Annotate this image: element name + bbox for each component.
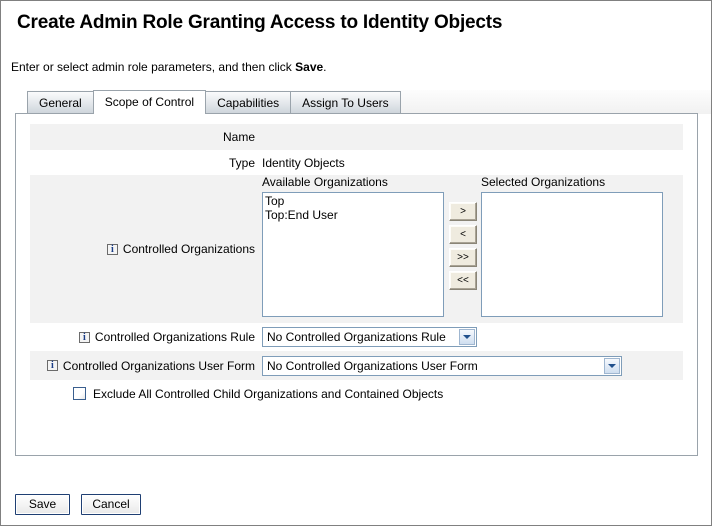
form-rows: Name Type Identity Objects i Controlled O… xyxy=(30,124,683,407)
chevron-down-icon[interactable] xyxy=(459,329,475,345)
instruction-suffix: . xyxy=(323,60,327,74)
chevron-down-icon[interactable] xyxy=(604,357,620,374)
row-controlled-organizations-rule: i Controlled Organizations Rule No Contro… xyxy=(30,323,683,351)
tab-scope-of-control-label: Scope of Control xyxy=(104,95,195,109)
tab-list: General Scope of Control Capabilities As… xyxy=(27,90,401,114)
type-value: Identity Objects xyxy=(262,155,345,170)
tab-scope-of-control[interactable]: Scope of Control xyxy=(92,90,207,114)
available-organizations-column: Available Organizations Top Top:End User xyxy=(262,175,444,317)
page-title: Create Admin Role Granting Access to Ide… xyxy=(17,12,503,33)
info-icon[interactable]: i xyxy=(78,331,90,343)
tab-capabilities-label: Capabilities xyxy=(217,96,280,110)
available-organizations-caption: Available Organizations xyxy=(262,175,388,189)
move-left-button[interactable]: < xyxy=(449,225,477,244)
list-item[interactable]: Top:End User xyxy=(265,208,441,222)
save-button[interactable]: Save xyxy=(15,494,70,515)
info-icon[interactable]: i xyxy=(106,243,118,255)
page-root: Create Admin Role Granting Access to Ide… xyxy=(0,0,712,526)
row-exclude-child-organizations: Exclude All Controlled Child Organizatio… xyxy=(30,380,683,407)
selected-organizations-listbox[interactable] xyxy=(481,192,663,317)
instruction-bold-save: Save xyxy=(295,60,324,74)
controlled-organizations-label-cell: i Controlled Organizations xyxy=(30,175,262,323)
form-actions: Save Cancel xyxy=(15,494,149,515)
exclude-checkbox-wrapper[interactable]: Exclude All Controlled Child Organizatio… xyxy=(30,380,443,407)
move-all-left-button[interactable]: << xyxy=(449,271,477,290)
controlled-organizations-user-form-selected-value: No Controlled Organizations User Form xyxy=(267,358,478,373)
type-label: Type xyxy=(228,155,255,170)
page-instruction: Enter or select admin role parameters, a… xyxy=(11,60,327,74)
controlled-organizations-user-form-value-cell: No Controlled Organizations User Form xyxy=(262,355,683,376)
info-icon[interactable]: i xyxy=(46,360,58,371)
controlled-organizations-user-form-label-cell: i Controlled Organizations User Form xyxy=(30,359,262,373)
selected-organizations-column: Selected Organizations xyxy=(481,175,663,317)
instruction-prefix: Enter or select admin role parameters, a… xyxy=(11,60,296,74)
row-name: Name xyxy=(30,124,683,150)
tab-assign-to-users[interactable]: Assign To Users xyxy=(290,91,401,114)
controlled-organizations-rule-label: Controlled Organizations Rule xyxy=(94,330,255,344)
controlled-organizations-label: Controlled Organizations xyxy=(122,242,255,256)
tab-assign-to-users-label: Assign To Users xyxy=(302,96,389,110)
row-controlled-organizations: i Controlled Organizations Available Orga… xyxy=(30,175,683,323)
controlled-organizations-user-form-label: Controlled Organizations User Form xyxy=(62,358,255,373)
available-organizations-listbox[interactable]: Top Top:End User xyxy=(262,192,444,317)
list-item[interactable]: Top xyxy=(265,194,441,208)
move-right-button[interactable]: > xyxy=(449,202,477,221)
row-type: Type Identity Objects xyxy=(30,150,683,175)
tab-general-label: General xyxy=(39,96,82,110)
controlled-organizations-rule-select[interactable]: No Controlled Organizations Rule xyxy=(262,327,477,347)
cancel-button[interactable]: Cancel xyxy=(81,494,141,515)
row-controlled-organizations-user-form: i Controlled Organizations User Form No C… xyxy=(30,351,683,380)
dual-list-control: Available Organizations Top Top:End User… xyxy=(262,175,683,323)
transfer-button-group: > < >> << xyxy=(449,202,479,294)
controlled-organizations-user-form-select[interactable]: No Controlled Organizations User Form xyxy=(262,355,622,376)
exclude-checkbox-label: Exclude All Controlled Child Organizatio… xyxy=(93,386,444,401)
controlled-organizations-rule-value-cell: No Controlled Organizations Rule xyxy=(262,327,683,347)
tab-capabilities[interactable]: Capabilities xyxy=(205,91,292,114)
controlled-organizations-rule-selected-value: No Controlled Organizations Rule xyxy=(267,330,446,344)
move-all-right-button[interactable]: >> xyxy=(449,248,477,267)
tab-general[interactable]: General xyxy=(27,91,94,114)
scope-of-control-panel: Name Type Identity Objects i Controlled O… xyxy=(15,113,698,456)
exclude-checkbox[interactable] xyxy=(73,387,86,400)
selected-organizations-caption: Selected Organizations xyxy=(481,175,606,189)
controlled-organizations-rule-label-cell: i Controlled Organizations Rule xyxy=(30,330,262,344)
name-label: Name xyxy=(222,130,255,144)
